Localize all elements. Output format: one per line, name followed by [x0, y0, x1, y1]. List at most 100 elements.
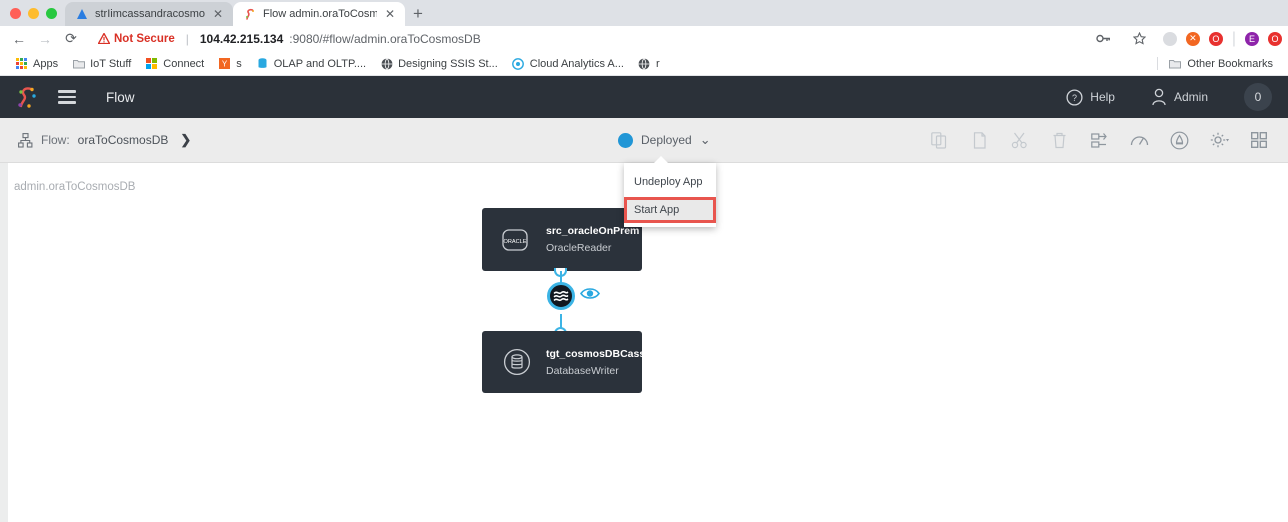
bookmark-label: Cloud Analytics A...: [530, 58, 624, 70]
microsoft-icon: [145, 57, 158, 70]
bookmark-connect[interactable]: Connect: [138, 57, 211, 70]
bookmark-label: Designing SSIS St...: [398, 58, 498, 70]
blue-doc-icon: [256, 57, 269, 70]
chevron-down-icon[interactable]: ⌄: [700, 132, 711, 148]
apps-grid-icon[interactable]: [1248, 129, 1270, 151]
browser-tab-bar: strIimcassandracosmos - Data ✕ Flow admi…: [0, 0, 1288, 26]
app-header: Flow ? Help Admin 0: [0, 76, 1288, 118]
browser-address-bar: ← → ⟳ Not Secure | 104.42.215.134:9080/#…: [0, 26, 1288, 52]
arrange-icon[interactable]: [1088, 129, 1110, 151]
flow-toolbar: Flow: oraToCosmosDB ❯ Deployed ⌄: [0, 118, 1288, 163]
other-bookmarks-button[interactable]: Other Bookmarks: [1157, 57, 1280, 70]
bookmark-olap-oltp[interactable]: OLAP and OLTP....: [249, 57, 373, 70]
bookmark-cloud-analytics[interactable]: Cloud Analytics A...: [505, 57, 631, 70]
notification-badge[interactable]: 0: [1244, 83, 1272, 111]
dropdown-caret-icon: [654, 156, 668, 163]
flow-stream-node[interactable]: [547, 282, 575, 310]
bookmark-label: IoT Stuff: [90, 58, 131, 70]
svg-text:?: ?: [1072, 93, 1077, 103]
bookmark-r[interactable]: r: [631, 57, 667, 70]
globe-icon: [380, 57, 393, 70]
extension-red-icon[interactable]: O: [1209, 32, 1223, 46]
copy-icon[interactable]: [928, 129, 950, 151]
browser-tab-0[interactable]: strIimcassandracosmos - Data ✕: [65, 2, 233, 26]
help-label: Help: [1090, 90, 1115, 104]
maximize-window-button[interactable]: [46, 8, 57, 19]
settings-gear-icon[interactable]: [1208, 129, 1230, 151]
folder-icon: [1168, 57, 1181, 70]
window-controls: [8, 0, 65, 26]
monitor-gauge-icon[interactable]: [1128, 129, 1150, 151]
other-bookmarks-label: Other Bookmarks: [1187, 58, 1273, 70]
extension-orange-icon[interactable]: ✕: [1186, 32, 1200, 46]
menu-item-undeploy-app[interactable]: Undeploy App: [624, 169, 716, 195]
help-circle-icon: ?: [1066, 89, 1083, 106]
stream-waves-icon: [553, 289, 569, 303]
close-icon[interactable]: ✕: [383, 8, 397, 20]
flow-node-name: tgt_cosmosDBCassandra: [546, 348, 674, 360]
user-menu-button[interactable]: Admin: [1151, 88, 1208, 106]
bookmark-s[interactable]: Y s: [211, 57, 249, 70]
app-status-dropdown-menu: Undeploy App Start App: [624, 163, 716, 227]
omnibox-divider: |: [186, 32, 189, 46]
canvas-left-gutter: [0, 163, 8, 522]
browser-tab-title: strIimcassandracosmos - Data: [95, 8, 205, 20]
striim-logo-icon[interactable]: [16, 85, 38, 109]
opera-icon[interactable]: O: [1268, 32, 1282, 46]
flow-node-source[interactable]: ORACLE src_oracleOnPrem OracleReader: [482, 208, 642, 271]
duplicate-icon[interactable]: [968, 129, 990, 151]
url-input[interactable]: Not Secure | 104.42.215.134:9080/#flow/a…: [90, 28, 1091, 50]
flow-node-target[interactable]: tgt_cosmosDBCassandra DatabaseWriter: [482, 331, 642, 393]
forward-icon[interactable]: →: [32, 26, 58, 52]
help-button[interactable]: ? Help: [1066, 89, 1115, 106]
bookmark-apps[interactable]: Apps: [8, 57, 65, 70]
folder-icon: [72, 57, 85, 70]
alerts-bell-icon[interactable]: [1168, 129, 1190, 151]
hamburger-icon[interactable]: [58, 90, 76, 104]
chevron-right-icon[interactable]: ❯: [180, 132, 191, 148]
profile-avatar[interactable]: E: [1245, 32, 1259, 46]
bookmark-label: Apps: [33, 58, 58, 70]
password-key-icon[interactable]: [1091, 26, 1117, 52]
back-icon[interactable]: ←: [6, 26, 32, 52]
flow-node-text: src_oracleOnPrem OracleReader: [546, 225, 639, 254]
bookmark-star-icon[interactable]: [1127, 26, 1153, 52]
database-icon: [502, 347, 532, 377]
browser-tab-1[interactable]: Flow admin.oraToCosmosDB ✕: [233, 2, 405, 26]
status-label: Deployed: [641, 133, 692, 147]
cut-icon[interactable]: [1008, 129, 1030, 151]
breadcrumb[interactable]: Flow: oraToCosmosDB ❯: [18, 132, 191, 148]
extension-gray-icon[interactable]: [1163, 32, 1177, 46]
browser-extensions: ✕ O | E O: [1159, 30, 1282, 48]
minimize-window-button[interactable]: [28, 8, 39, 19]
oracle-icon: ORACLE: [502, 225, 532, 255]
app-status-dropdown-trigger[interactable]: Deployed ⌄: [618, 132, 711, 148]
browser-tab-title: Flow admin.oraToCosmosDB: [263, 8, 377, 20]
reload-icon[interactable]: ⟳: [58, 26, 84, 52]
bookmark-label: r: [656, 58, 660, 70]
menu-item-start-app[interactable]: Start App: [624, 197, 716, 223]
bookmark-label: Connect: [163, 58, 204, 70]
not-secure-label: Not Secure: [114, 33, 175, 45]
svg-text:ORACLE: ORACLE: [503, 239, 526, 245]
warning-triangle-icon: [98, 33, 110, 44]
bookmark-designing-ssis[interactable]: Designing SSIS St...: [373, 57, 505, 70]
omnibox-actions: [1091, 26, 1159, 52]
bookmark-iot-stuff[interactable]: IoT Stuff: [65, 57, 138, 70]
not-secure-indicator[interactable]: Not Secure: [98, 33, 175, 45]
preview-eye-icon[interactable]: [580, 286, 600, 302]
user-label: Admin: [1174, 90, 1208, 104]
globe-icon: [638, 57, 651, 70]
flow-node-icon: [18, 133, 33, 148]
page-title: Flow: [106, 90, 135, 105]
toolbar-actions: [928, 129, 1270, 151]
gear-circle-icon: [512, 57, 525, 70]
flow-node-text: tgt_cosmosDBCassandra DatabaseWriter: [546, 348, 674, 377]
user-icon: [1151, 88, 1167, 106]
svg-text:Y: Y: [222, 60, 228, 69]
bookmarks-bar: Apps IoT Stuff Connect Y s OLAP and OLTP…: [0, 52, 1288, 76]
new-tab-button[interactable]: +: [405, 2, 431, 26]
close-icon[interactable]: ✕: [211, 8, 225, 20]
delete-icon[interactable]: [1048, 129, 1070, 151]
close-window-button[interactable]: [10, 8, 21, 19]
